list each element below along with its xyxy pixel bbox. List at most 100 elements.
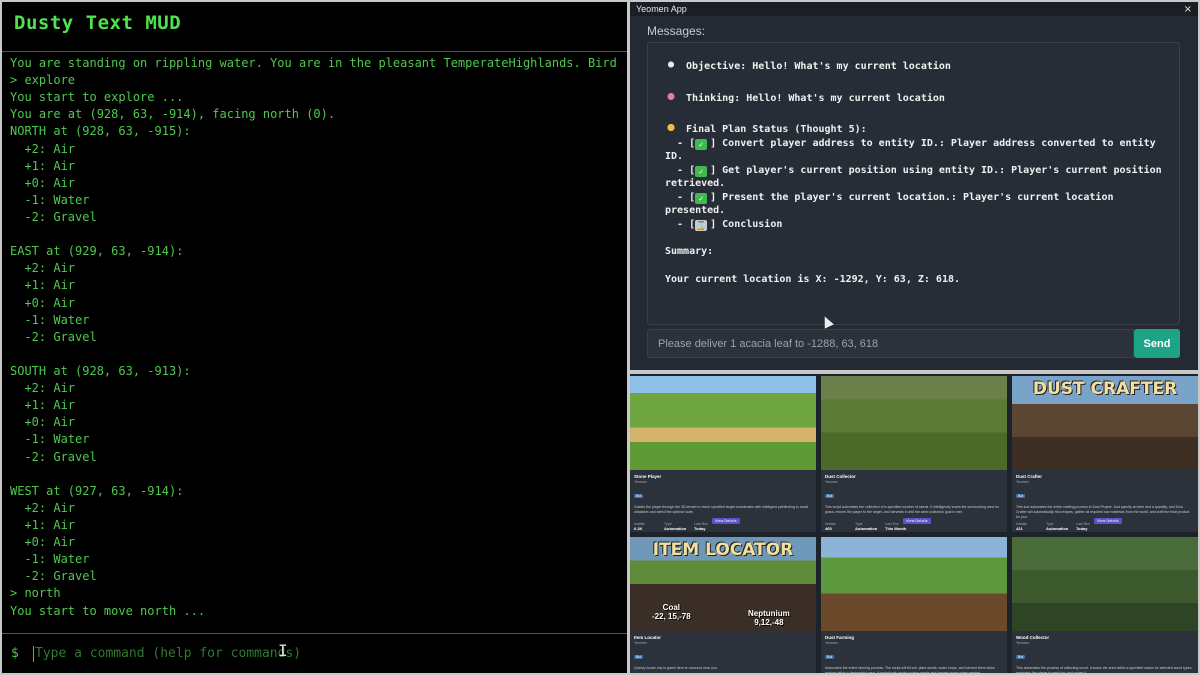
summary-text: Your current location is X: -1292, Y: 63… xyxy=(665,273,961,285)
script-card[interactable]: Wood Collector Yeomen Bot This automates th… xyxy=(1012,537,1198,673)
script-card[interactable]: Dust Farming Yeomen Bot Automates the entir… xyxy=(821,537,1007,673)
card-thumbnail: DUST CRAFTER xyxy=(1012,376,1198,470)
stat-value: Automation xyxy=(855,526,878,531)
card-tag: Bot xyxy=(634,655,644,659)
mud-terminal: Dusty Text MUD You are standing on rippl… xyxy=(2,2,627,673)
message-input[interactable] xyxy=(647,329,1134,358)
objective-text: Objective: Hello! What's my current loca… xyxy=(686,61,951,72)
card-body: Dust Farming Yeomen Bot Automates the entir… xyxy=(821,631,1007,673)
stat-value: 6.2K xyxy=(634,526,643,531)
close-icon[interactable]: × xyxy=(1184,4,1192,15)
card-tag: Bot xyxy=(825,494,835,498)
plan-list: - [ ✓ ] Convert player address to entity I… xyxy=(665,137,1179,232)
plan-status-heading: Final Plan Status (Thought 5): xyxy=(665,122,1179,137)
yeomen-app-window: Yeomen App × Messages: Objective: Hello!… xyxy=(630,2,1198,370)
card-description: Automates the entire farming process. Th… xyxy=(825,666,995,673)
stat-value: 421 xyxy=(1016,526,1023,531)
card-stat: Type Automation xyxy=(664,522,694,531)
view-details-button[interactable]: View Details xyxy=(903,518,931,524)
mud-output-line: NORTH at (928, 63, -915): xyxy=(10,124,191,139)
card-author: Yeomen xyxy=(634,641,647,645)
card-title: Dust Crafter xyxy=(1016,474,1043,479)
mud-output-line: +2: Air xyxy=(10,141,76,156)
card-title: Dust Collector xyxy=(825,474,856,479)
card-tag: Bot xyxy=(825,655,835,659)
mud-output-line: You start to move north ... xyxy=(10,603,206,618)
check-mark-icon: ✓ xyxy=(695,192,708,204)
mud-output-line: -2: Gravel xyxy=(10,209,97,224)
card-thumbnail xyxy=(821,376,1007,470)
plan-status-text: Final Plan Status (Thought 5): xyxy=(686,124,867,135)
card-thumbnail xyxy=(1012,537,1198,631)
thumbnail-title: DUST CRAFTER xyxy=(1032,379,1178,399)
plan-step: - [✓] Present the player's current locat… xyxy=(665,191,1179,218)
card-title: Stone Player xyxy=(634,474,662,479)
item-coords: 9,12,-48 xyxy=(754,618,784,627)
thinking-message: Thinking: Hello! What's my current locat… xyxy=(665,90,1179,106)
mud-output-line: +0: Air xyxy=(10,535,76,550)
card-thumbnail xyxy=(630,376,816,470)
mud-output-line: +0: Air xyxy=(10,295,76,310)
mud-output-line: +2: Air xyxy=(10,381,76,396)
card-author: Yeomen xyxy=(1016,480,1029,484)
item-location-label: Coal -22, 15,-78 xyxy=(652,603,691,621)
script-card[interactable]: DUST CRAFTER Dust Crafter Yeomen Bot This to… xyxy=(1012,376,1198,532)
send-button[interactable]: Send xyxy=(1134,329,1180,358)
card-body: Wood Collector Yeomen Bot This automates th… xyxy=(1012,631,1198,673)
plan-step-text: ] Present the player's current location.… xyxy=(665,191,1120,217)
mud-output-line: +2: Air xyxy=(10,500,76,515)
mud-output-line xyxy=(10,346,627,363)
white-circle-icon xyxy=(665,59,677,70)
card-tag: Bot xyxy=(1016,494,1026,498)
mud-output-line: SOUTH at (928, 63, -913): xyxy=(10,363,191,378)
mud-output: You are standing on rippling water. You … xyxy=(2,55,627,633)
card-stat: Installs 421 xyxy=(1016,522,1046,531)
stat-value: Today xyxy=(1076,526,1088,531)
mud-output-line xyxy=(10,466,627,483)
card-author: Yeomen xyxy=(634,480,647,484)
card-author: Yeomen xyxy=(825,480,838,484)
plan-step-text: ] Get player's current position using en… xyxy=(665,164,1162,190)
plan-step: - [⌛] Conclusion xyxy=(665,218,1179,232)
objective-message: Objective: Hello! What's my current loca… xyxy=(665,59,1179,74)
thumbnail-title: ITEM LOCATOR xyxy=(652,540,794,560)
script-card[interactable]: Stone Player Yeomen Bot Guides the player t… xyxy=(630,376,816,532)
stat-value: Today xyxy=(694,526,706,531)
card-description: This automates the process of collecting… xyxy=(1016,666,1193,673)
window-titlebar: Yeomen App × xyxy=(630,2,1198,16)
thinking-face-icon xyxy=(665,122,677,133)
mud-output-line: +0: Air xyxy=(10,415,76,430)
script-card[interactable]: Dust Collector Yeomen Bot This script autom… xyxy=(821,376,1007,532)
mud-output-line: -1: Water xyxy=(10,192,90,207)
mud-output-line: You are at (928, 63, -914), facing north… xyxy=(10,107,336,122)
mud-output-line: > explore xyxy=(10,73,76,88)
mud-output-line: -1: Water xyxy=(10,312,90,327)
stat-value: 465 xyxy=(825,526,832,531)
mud-output-line: +2: Air xyxy=(10,261,76,276)
mud-output-line: +1: Air xyxy=(10,398,76,413)
plan-step-prefix: - [ xyxy=(665,164,696,176)
script-card[interactable]: ITEM LOCATOR Coal -22, 15,-78 Neptunium 9,12… xyxy=(630,537,816,673)
mud-title: Dusty Text MUD xyxy=(2,2,627,52)
plan-step-text: ] Convert player address to entity ID.: … xyxy=(665,137,1162,163)
mud-output-line: -1: Water xyxy=(10,552,90,567)
messages-panel: Objective: Hello! What's my current loca… xyxy=(647,42,1180,325)
window-title: Yeomen App xyxy=(636,4,687,14)
thinking-text: Thinking: Hello! What's my current locat… xyxy=(686,92,945,104)
ibeam-cursor-icon: I xyxy=(278,641,288,660)
card-stat: Installs 6.2K xyxy=(634,522,664,531)
view-details-button[interactable]: View Details xyxy=(712,518,740,524)
card-title: Dust Farming xyxy=(825,635,855,640)
card-thumbnail: ITEM LOCATOR Coal -22, 15,-78 Neptunium 9,12… xyxy=(630,537,816,631)
message-input-row: Send xyxy=(647,329,1180,358)
mud-prompt: $ xyxy=(11,646,19,661)
view-details-button[interactable]: View Details xyxy=(1094,518,1122,524)
card-thumbnail xyxy=(821,537,1007,631)
stat-value: Automation xyxy=(1046,526,1069,531)
command-input[interactable] xyxy=(35,646,627,661)
item-coords: -22, 15,-78 xyxy=(652,612,691,621)
item-name: Coal xyxy=(662,603,681,612)
mud-input-row: $ xyxy=(2,633,627,673)
mud-output-line xyxy=(10,226,627,243)
plan-step-text: ] Conclusion xyxy=(710,218,783,230)
